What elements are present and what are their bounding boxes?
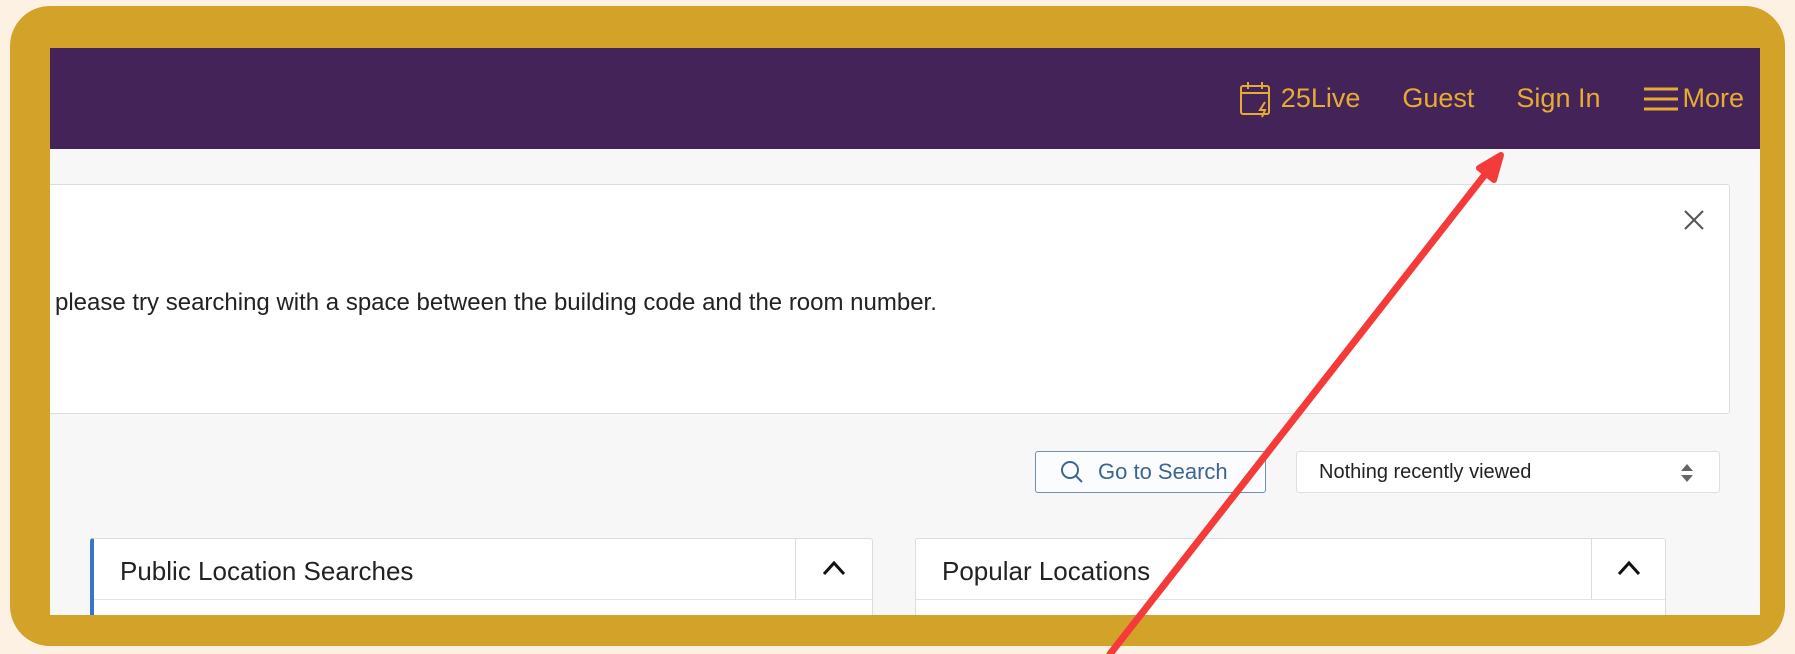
public-location-searches-panel: Public Location Searches [90,538,873,615]
go-to-search-button[interactable]: Go to Search [1035,451,1266,493]
screenshot-area: 25Live Guest Sign In More please try sea… [50,48,1760,615]
nav-menu: 25Live Guest Sign In More [1239,48,1744,149]
info-banner: please try searching with a space betwee… [50,184,1730,414]
nav-25live-label: 25Live [1280,83,1361,113]
banner-message: please try searching with a space betwee… [55,289,937,316]
panel-header-divider [1591,539,1592,599]
search-icon [1061,461,1083,483]
nav-guest-link[interactable]: Guest [1402,83,1474,114]
hamburger-menu-icon [1644,87,1679,110]
close-icon[interactable] [1681,207,1707,233]
nav-more-menu[interactable]: More [1642,83,1744,114]
panel-header-separator [94,599,872,600]
recently-viewed-value: Nothing recently viewed [1319,460,1532,483]
recently-viewed-select[interactable]: Nothing recently viewed [1296,451,1720,493]
nav-sign-in-link[interactable]: Sign In [1516,83,1600,114]
nav-guest-label: Guest [1402,83,1475,113]
top-navigation-bar: 25Live Guest Sign In More [50,48,1760,149]
panel-header-separator [916,599,1665,600]
nav-sign-in-label: Sign In [1516,83,1601,113]
panel-header-divider [795,539,796,599]
nav-more-label: More [1682,83,1744,113]
select-updown-icon [1681,464,1693,482]
go-to-search-label: Go to Search [1098,459,1228,484]
calendar-bolt-icon [1239,81,1270,117]
panel-title-public-location-searches: Public Location Searches [120,556,414,586]
popular-locations-panel: Popular Locations [915,538,1666,615]
nav-25live-link[interactable]: 25Live [1239,80,1361,118]
collapse-chevron-up-icon[interactable] [820,556,848,580]
collapse-chevron-up-icon[interactable] [1615,556,1643,580]
panel-title-popular-locations: Popular Locations [942,556,1151,586]
